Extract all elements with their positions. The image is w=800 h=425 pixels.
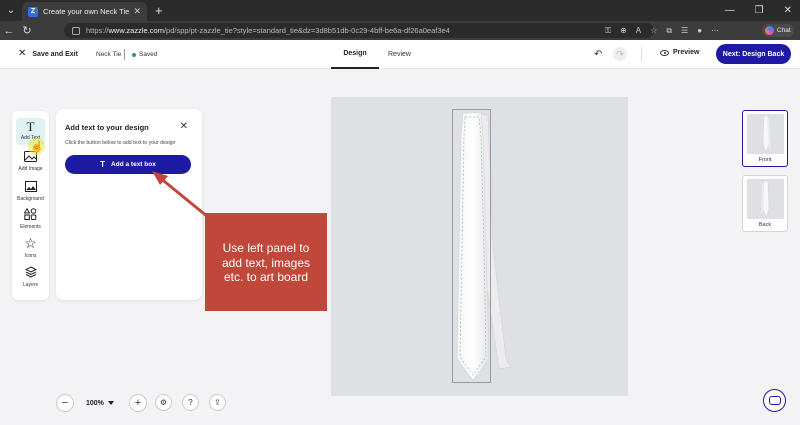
layers-icon xyxy=(12,265,49,279)
restore-icon[interactable]: ❐ xyxy=(755,5,764,16)
browser-extension-icons: ⚿ ⊕ A ☆ ⧉ ☰ ● ⋯ xyxy=(605,21,719,40)
tool-label: Background xyxy=(17,196,44,202)
help-button[interactable]: ? xyxy=(182,394,199,411)
address-bar[interactable]: https://www.zazzle.com/pd/spp/pt-zazzle_… xyxy=(64,23,654,38)
read-aloud-icon[interactable]: A xyxy=(636,26,641,35)
browser-toolbar: ← ↻ https://www.zazzle.com/pd/spp/pt-zaz… xyxy=(0,21,800,40)
chat-label: Chat xyxy=(777,27,791,34)
close-window-icon[interactable]: ✕ xyxy=(784,5,792,16)
preview-button[interactable]: Preview xyxy=(660,49,699,56)
chat-support-button[interactable] xyxy=(763,389,786,412)
tab-review[interactable]: Review xyxy=(388,40,411,69)
saved-status-label: Saved xyxy=(139,51,158,58)
copilot-icon xyxy=(765,26,774,35)
share-icon: ⇪ xyxy=(214,398,221,407)
window-controls: — ❐ ✕ xyxy=(725,0,792,21)
tool-elements[interactable]: Elements xyxy=(12,207,49,230)
saved-status-dot xyxy=(132,52,136,57)
add-text-panel: Add text to your design ✕ Click the butt… xyxy=(56,109,202,300)
zoom-level-value: 100% xyxy=(86,399,104,407)
profile-avatar-icon[interactable]: ● xyxy=(697,26,702,35)
share-button[interactable]: ⇪ xyxy=(209,394,226,411)
product-name: Neck Tie xyxy=(96,51,122,58)
chat-bubble-icon xyxy=(768,396,781,405)
header-separator xyxy=(641,47,642,62)
tab-title: Create your own Neck Tie | Zazzle xyxy=(43,7,130,16)
elements-icon xyxy=(12,207,49,221)
save-and-exit-label: Save and Exit xyxy=(32,50,78,58)
extensions-icon[interactable]: ⧉ xyxy=(666,26,672,36)
favorite-star-icon[interactable]: ☆ xyxy=(650,26,657,35)
password-key-icon[interactable]: ⚿ xyxy=(605,26,611,36)
tab-actions-menu-icon[interactable]: ⌄ xyxy=(0,0,22,21)
panel-title: Add text to your design xyxy=(65,123,149,132)
settings-button[interactable]: ⚙ xyxy=(155,394,172,411)
zazzle-favicon-icon: Z xyxy=(28,6,38,17)
star-icon: ☆ xyxy=(24,234,37,251)
eye-icon xyxy=(660,49,669,56)
text-icon: T xyxy=(26,119,35,134)
tab-design[interactable]: Design xyxy=(331,40,379,69)
design-area-selection[interactable] xyxy=(452,109,491,383)
chevron-down-icon xyxy=(107,401,114,405)
plus-icon: + xyxy=(134,397,142,409)
tool-label: Elements xyxy=(20,224,41,230)
zoom-in-button[interactable]: + xyxy=(129,394,147,412)
save-and-exit-button[interactable]: ✕ Save and Exit xyxy=(18,49,78,59)
app-header: ✕ Save and Exit Neck Tie Saved Design Re… xyxy=(0,40,800,69)
background-icon xyxy=(12,179,49,193)
view-label: Front xyxy=(758,157,772,163)
close-icon: ✕ xyxy=(18,48,27,59)
saved-status: Saved xyxy=(132,51,157,58)
hand-cursor-icon: ☝ xyxy=(30,141,44,153)
reload-icon[interactable]: ↻ xyxy=(18,24,36,37)
site-info-icon[interactable] xyxy=(72,26,80,35)
copilot-chat-button[interactable]: Chat xyxy=(762,24,794,37)
settings-more-icon[interactable]: ⋯ xyxy=(711,26,719,35)
view-label: Back xyxy=(758,222,772,228)
question-icon: ? xyxy=(188,398,193,407)
header-divider xyxy=(124,49,125,60)
tab-close-icon[interactable]: ✕ xyxy=(133,6,141,17)
text-icon: T xyxy=(100,160,106,169)
tool-background[interactable]: Background xyxy=(12,179,49,202)
redo-icon[interactable]: ↷ xyxy=(613,47,627,61)
browser-tab[interactable]: Z Create your own Neck Tie | Zazzle ✕ xyxy=(22,2,147,21)
tool-label: Icons xyxy=(24,253,37,259)
zoom-level-select[interactable]: 100% xyxy=(82,395,122,411)
minimize-icon[interactable]: — xyxy=(725,5,735,16)
back-icon[interactable]: ← xyxy=(0,25,18,37)
tool-label: Add Image xyxy=(18,166,43,172)
tool-icons[interactable]: ☆ Icons xyxy=(12,234,49,260)
gear-icon: ⚙ xyxy=(159,398,168,407)
front-thumbnail-image xyxy=(747,114,784,154)
zoom-indicator-icon[interactable]: ⊕ xyxy=(620,26,627,35)
add-text-box-label: Add a text box xyxy=(111,161,156,168)
collections-icon[interactable]: ☰ xyxy=(681,26,688,35)
tool-layers[interactable]: Layers xyxy=(12,265,49,288)
next-design-back-button[interactable]: Next: Design Back xyxy=(716,44,791,64)
panel-description: Click the button below to add text to yo… xyxy=(65,140,176,146)
view-thumbnail-front[interactable]: Front xyxy=(742,110,788,167)
new-tab-icon[interactable]: + xyxy=(155,3,163,18)
back-thumbnail-image xyxy=(747,179,784,219)
browser-titlebar: ⌄ Z Create your own Neck Tie | Zazzle ✕ … xyxy=(0,0,800,21)
preview-label: Preview xyxy=(673,49,700,56)
tool-label: Layers xyxy=(22,282,38,288)
close-panel-icon[interactable]: ✕ xyxy=(180,121,188,132)
undo-icon[interactable]: ↶ xyxy=(594,49,602,60)
zoom-out-button[interactable]: − xyxy=(56,394,74,412)
url-text: https://www.zazzle.com/pd/spp/pt-zazzle_… xyxy=(86,26,450,35)
instruction-callout: Use left panel to add text, images etc. … xyxy=(205,213,327,311)
view-thumbnail-back[interactable]: Back xyxy=(742,175,788,232)
add-text-box-button[interactable]: T Add a text box xyxy=(65,155,191,174)
minus-icon: − xyxy=(61,397,69,409)
